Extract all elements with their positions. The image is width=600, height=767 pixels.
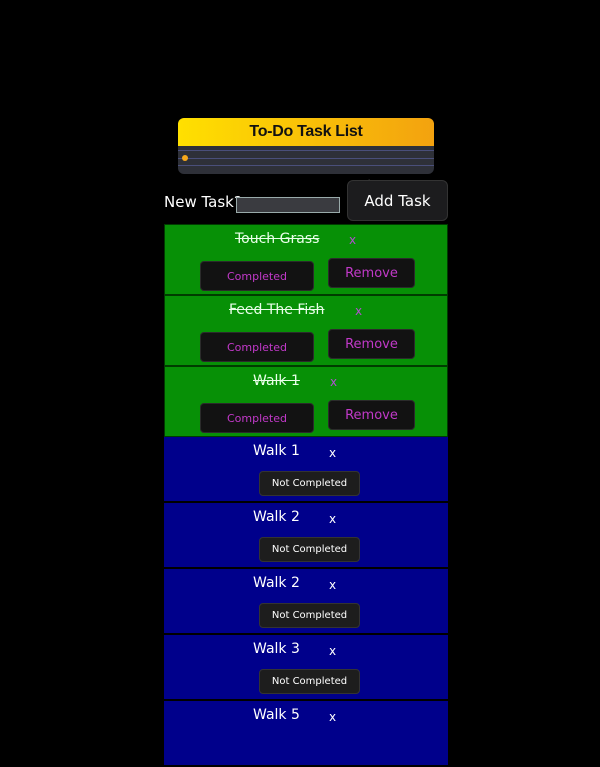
- task-item: Walk 1 x Completed Remove: [164, 366, 448, 437]
- delete-x-icon[interactable]: x: [329, 710, 336, 724]
- delete-x-icon[interactable]: x: [329, 512, 336, 526]
- delete-x-icon[interactable]: x: [330, 375, 337, 389]
- task-item: Walk 2 x Not Completed: [164, 569, 448, 635]
- delete-x-icon[interactable]: x: [329, 644, 336, 658]
- page-title: To-Do Task List: [249, 123, 363, 140]
- new-task-label: New Task?: [164, 193, 242, 211]
- new-task-input[interactable]: [236, 197, 340, 213]
- task-name: Feed The Fish: [229, 302, 325, 318]
- task-item: Walk 2 x Not Completed: [164, 503, 448, 569]
- progress-indicator[interactable]: [182, 155, 188, 161]
- remove-button[interactable]: Remove: [328, 400, 415, 430]
- task-name: Walk 1: [253, 443, 300, 459]
- task-status-button[interactable]: Completed: [200, 403, 314, 433]
- task-status-button[interactable]: Completed: [200, 261, 314, 291]
- progress-line: [178, 150, 434, 151]
- remove-button[interactable]: Remove: [328, 258, 415, 288]
- progress-line: [178, 158, 434, 159]
- task-item: Walk 3 x Not Completed: [164, 635, 448, 701]
- progress-line: [178, 165, 434, 166]
- delete-x-icon[interactable]: x: [349, 233, 356, 247]
- task-item: Feed The Fish x Completed Remove: [164, 295, 448, 366]
- task-status-button[interactable]: Not Completed: [259, 471, 360, 496]
- add-task-button[interactable]: Add Task: [347, 180, 448, 221]
- remove-button[interactable]: Remove: [328, 329, 415, 359]
- delete-x-icon[interactable]: x: [329, 446, 336, 460]
- task-list: Touch Grass x Completed Remove Feed The …: [164, 224, 448, 767]
- task-name: Walk 3: [253, 641, 300, 657]
- delete-x-icon[interactable]: x: [329, 578, 336, 592]
- task-name: Walk 2: [253, 509, 300, 525]
- task-item: Walk 1 x Not Completed: [164, 437, 448, 503]
- delete-x-icon[interactable]: x: [355, 304, 362, 318]
- task-name: Walk 5: [253, 707, 300, 723]
- task-status-button[interactable]: Not Completed: [259, 669, 360, 694]
- app-header: To-Do Task List: [178, 118, 434, 174]
- task-name: Walk 1: [253, 373, 300, 389]
- task-status-button[interactable]: Not Completed: [259, 603, 360, 628]
- progress-track: [178, 146, 434, 174]
- task-name: Walk 2: [253, 575, 300, 591]
- task-item: Walk 5 x: [164, 701, 448, 767]
- task-status-button[interactable]: Not Completed: [259, 537, 360, 562]
- title-bar: To-Do Task List: [178, 118, 434, 146]
- task-item: Touch Grass x Completed Remove: [164, 224, 448, 295]
- task-status-button[interactable]: Completed: [200, 332, 314, 362]
- task-name: Touch Grass: [235, 231, 320, 247]
